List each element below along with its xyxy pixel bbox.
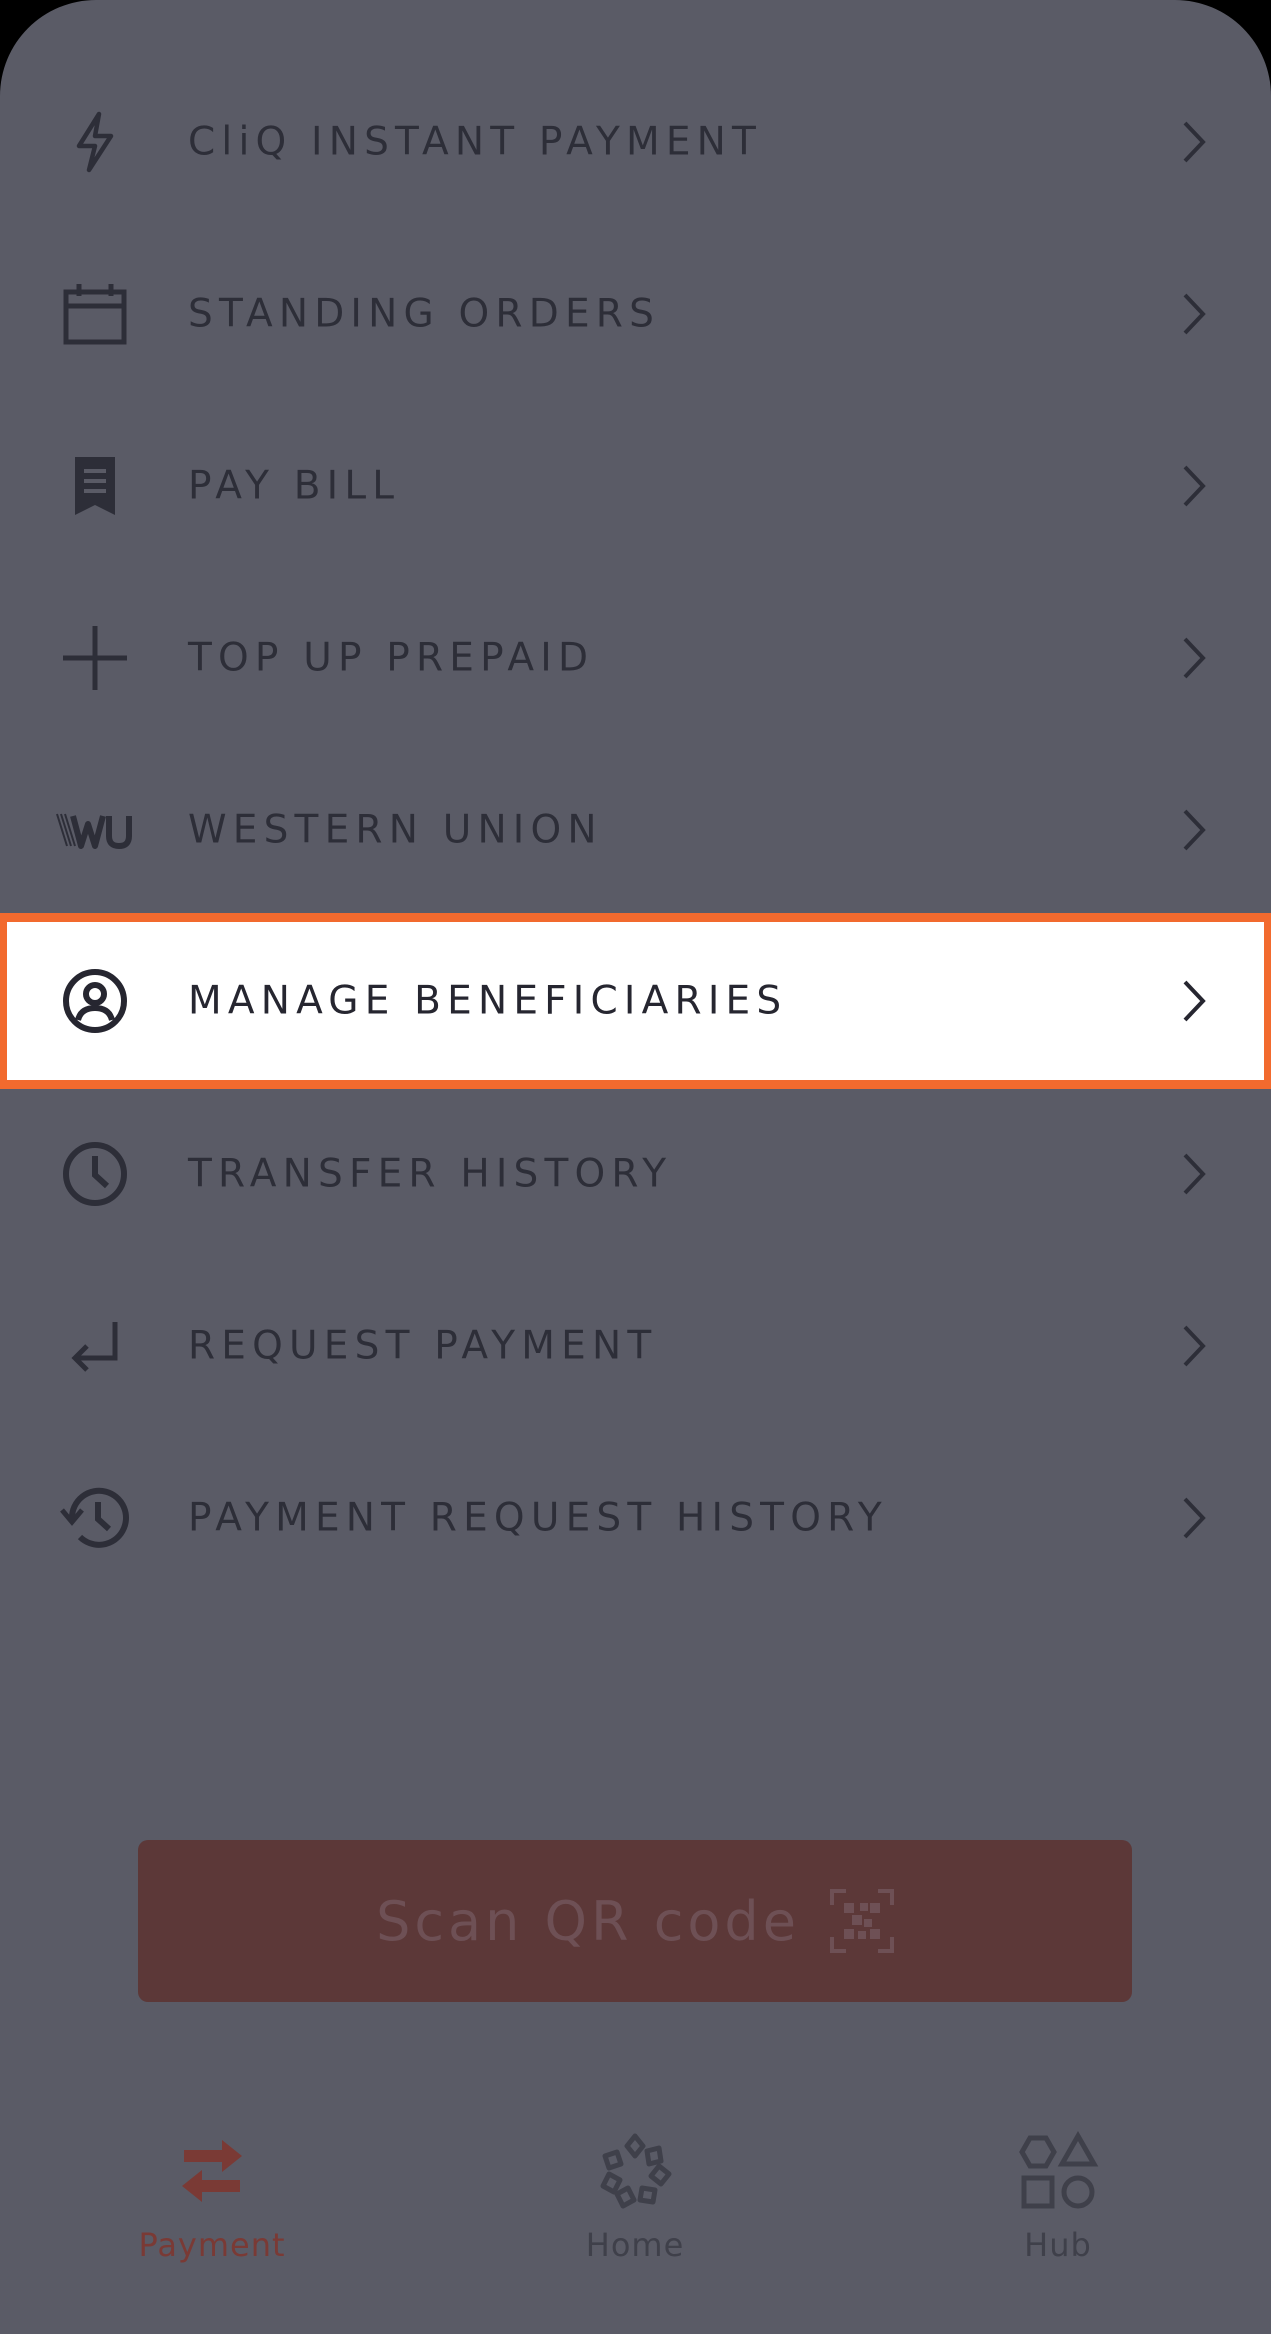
- menu-item-payment-request-history[interactable]: PAYMENT REQUEST HISTORY: [0, 1432, 1271, 1604]
- lightning-icon: [54, 101, 136, 183]
- menu-item-label: REQUEST PAYMENT: [188, 1323, 658, 1369]
- payments-sheet: CliQ INSTANT PAYMENT STANDING ORDERS PAY…: [0, 0, 1271, 2334]
- chevron-right-icon: [1183, 637, 1206, 679]
- plus-icon: [54, 617, 136, 699]
- chevron-right-icon: [1183, 809, 1206, 851]
- home-logo-icon: [600, 2133, 672, 2209]
- tab-label: Hub: [1024, 2226, 1092, 2264]
- menu-item-label: WESTERN UNION: [188, 807, 603, 853]
- menu-item-manage-beneficiaries[interactable]: MANAGE BENEFICIARIES: [0, 915, 1271, 1087]
- tab-payment[interactable]: Payment: [82, 2130, 342, 2290]
- tab-label: Payment: [138, 2226, 286, 2264]
- user-circle-icon: [54, 960, 136, 1042]
- western-union-logo: [54, 789, 136, 871]
- chevron-right-icon: [1183, 1497, 1206, 1539]
- bottom-tab-bar: Payment Home Hub: [0, 2090, 1271, 2334]
- chevron-right-icon: [1183, 980, 1206, 1022]
- return-arrow-icon: [54, 1305, 136, 1387]
- menu-item-transfer-history[interactable]: TRANSFER HISTORY: [0, 1088, 1271, 1260]
- chevron-right-icon: [1183, 1325, 1206, 1367]
- tab-label: Home: [585, 2226, 685, 2264]
- menu-item-label: TRANSFER HISTORY: [188, 1151, 673, 1197]
- history-icon: [54, 1477, 136, 1559]
- menu-item-label: TOP UP PREPAID: [188, 635, 595, 681]
- chevron-right-icon: [1183, 1153, 1206, 1195]
- scan-qr-label: Scan QR code: [376, 1889, 800, 1953]
- tab-home[interactable]: Home: [505, 2130, 765, 2290]
- menu-item-label: STANDING ORDERS: [188, 291, 661, 337]
- receipt-icon: [54, 445, 136, 527]
- scan-qr-code-button[interactable]: Scan QR code: [138, 1840, 1132, 2002]
- clock-icon: [54, 1133, 136, 1215]
- tab-hub[interactable]: Hub: [928, 2130, 1188, 2290]
- calendar-icon: [54, 273, 136, 355]
- menu-item-western-union[interactable]: WESTERN UNION: [0, 744, 1271, 916]
- menu-item-request-payment[interactable]: REQUEST PAYMENT: [0, 1260, 1271, 1432]
- shapes-icon: [1019, 2130, 1099, 2209]
- menu-item-standing-orders[interactable]: STANDING ORDERS: [0, 228, 1271, 400]
- menu-item-label: PAY BILL: [188, 463, 401, 509]
- menu-item-top-up-prepaid[interactable]: TOP UP PREPAID: [0, 572, 1271, 744]
- chevron-right-icon: [1183, 465, 1206, 507]
- menu-item-cliq-instant-payment[interactable]: CliQ INSTANT PAYMENT: [0, 56, 1271, 228]
- transfer-arrows-icon: [182, 2140, 242, 2202]
- qr-code-icon: [829, 1889, 894, 1953]
- menu-item-pay-bill[interactable]: PAY BILL: [0, 400, 1271, 572]
- menu-item-label: MANAGE BENEFICIARIES: [188, 978, 788, 1024]
- chevron-right-icon: [1183, 293, 1206, 335]
- menu-item-label: PAYMENT REQUEST HISTORY: [188, 1495, 888, 1541]
- menu-item-label: CliQ INSTANT PAYMENT: [188, 119, 763, 165]
- chevron-right-icon: [1183, 121, 1206, 163]
